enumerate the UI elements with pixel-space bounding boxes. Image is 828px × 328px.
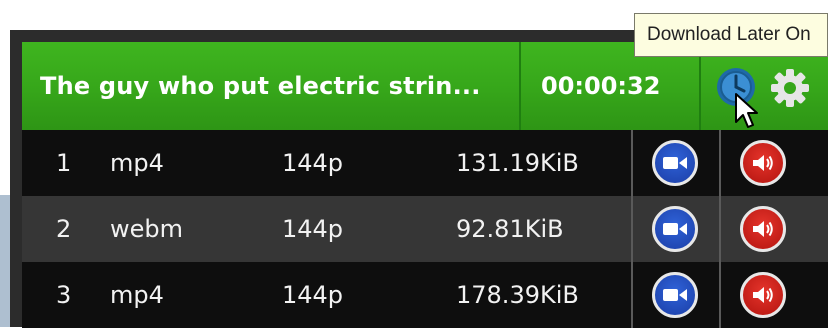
speaker-icon (753, 221, 773, 237)
column-divider (631, 130, 633, 196)
row-size: 92.81KiB (456, 215, 564, 243)
row-resolution: 144p (282, 281, 344, 309)
row-format: mp4 (110, 281, 164, 309)
background-page-edge (0, 195, 10, 327)
header-divider (519, 42, 521, 130)
row-size: 178.39KiB (456, 281, 579, 309)
column-divider (719, 262, 721, 328)
download-options-table: 1 mp4 144p 131.19KiB 2 webm 144p 92.81Ki… (22, 130, 828, 328)
row-format: mp4 (110, 149, 164, 177)
column-divider (719, 130, 721, 196)
download-audio-button[interactable] (740, 140, 786, 186)
gear-icon[interactable] (770, 68, 810, 108)
download-video-button[interactable] (652, 272, 698, 318)
table-row: 2 webm 144p 92.81KiB (22, 196, 828, 262)
video-camera-icon (663, 289, 687, 301)
video-camera-icon (663, 223, 687, 235)
download-audio-button[interactable] (740, 206, 786, 252)
table-row: 1 mp4 144p 131.19KiB (22, 130, 828, 196)
row-size: 131.19KiB (456, 149, 579, 177)
row-format: webm (110, 215, 184, 243)
column-divider (719, 196, 721, 262)
row-resolution: 144p (282, 149, 344, 177)
tooltip: Download Later On (634, 13, 828, 57)
table-row: 3 mp4 144p 178.39KiB (22, 262, 828, 328)
video-camera-icon (663, 157, 687, 169)
column-divider (631, 262, 633, 328)
speaker-icon (753, 287, 773, 303)
row-index: 1 (56, 149, 72, 177)
mouse-cursor-icon (734, 92, 760, 130)
column-divider (631, 196, 633, 262)
download-audio-button[interactable] (740, 272, 786, 318)
download-video-button[interactable] (652, 140, 698, 186)
download-video-button[interactable] (652, 206, 698, 252)
video-title: The guy who put electric strin... (40, 72, 481, 100)
row-index: 2 (56, 215, 72, 243)
row-index: 3 (56, 281, 72, 309)
row-resolution: 144p (282, 215, 344, 243)
speaker-icon (753, 155, 773, 171)
